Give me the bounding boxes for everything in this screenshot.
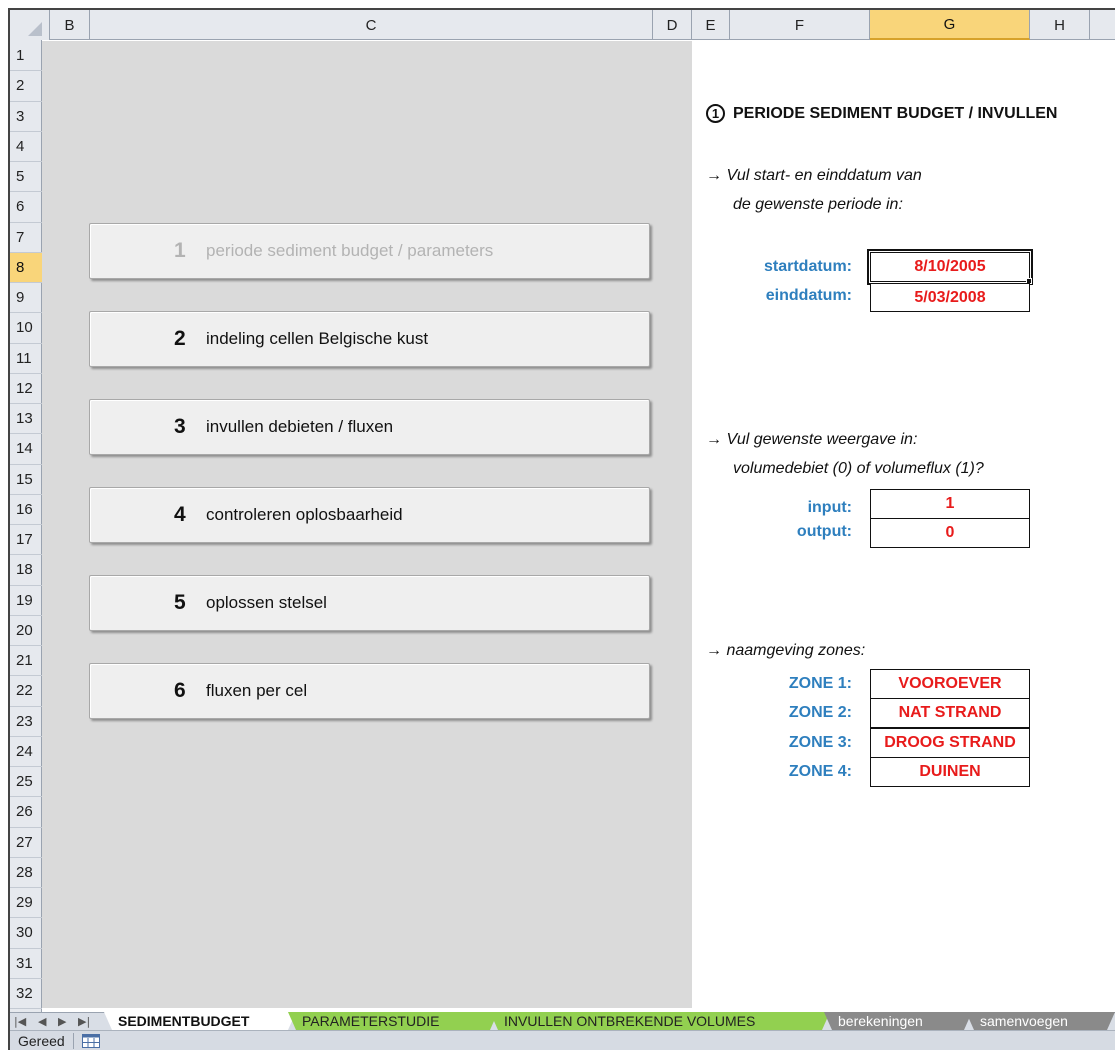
row-header-8[interactable]: 8 <box>10 252 42 283</box>
row-header-20[interactable]: 20 <box>10 616 42 646</box>
status-bar: Gereed <box>10 1030 1115 1050</box>
zone-4-cell[interactable]: DUINEN <box>870 757 1030 787</box>
section-heading: 1 PERIODE SEDIMENT BUDGET / INVULLEN <box>706 104 1057 123</box>
input-label: input: <box>807 499 852 516</box>
nav-button-fluxen-per-cel[interactable]: 6 fluxen per cel <box>89 663 650 719</box>
nav-button-label: periode sediment budget / parameters <box>206 241 494 260</box>
zone-2-cell[interactable]: NAT STRAND <box>870 698 1030 728</box>
row-header-13[interactable]: 13 <box>10 404 42 435</box>
row-header-27[interactable]: 27 <box>10 828 42 858</box>
nav-button-indeling-cellen[interactable]: 2 indeling cellen Belgische kust <box>89 311 650 367</box>
row-header-12[interactable]: 12 <box>10 374 42 404</box>
tab-parameterstudie[interactable]: PARAMETERSTUDIE <box>288 1012 498 1030</box>
output-label: output: <box>796 523 852 540</box>
row-header-18[interactable]: 18 <box>10 555 42 586</box>
nav-button-label: invullen debieten / fluxen <box>206 417 394 436</box>
column-header-f[interactable]: F <box>730 10 870 40</box>
nav-button-label: controleren oplosbaarheid <box>206 505 403 524</box>
row-header-10[interactable]: 10 <box>10 313 42 344</box>
row-header-31[interactable]: 31 <box>10 949 42 979</box>
column-header-e[interactable]: E <box>692 10 730 40</box>
nav-button-number: 4 <box>174 503 186 526</box>
zone-3-label: ZONE 3: <box>788 734 852 751</box>
tab-first-icon[interactable]: |◀ <box>14 1013 26 1029</box>
nav-button-controleren-oplosbaarheid[interactable]: 4 controleren oplosbaarheid <box>89 487 650 543</box>
period-instruction-line1: → Vul start- en einddatum van <box>706 167 922 184</box>
row-header-17[interactable]: 17 <box>10 525 42 556</box>
period-instruction-line2: de gewenste periode in: <box>733 196 903 213</box>
tab-invullen-ontbrekende-volumes[interactable]: INVULLEN ONTBREKENDE VOLUMES <box>490 1012 830 1030</box>
status-text: Gereed <box>18 1032 65 1049</box>
row-header-29[interactable]: 29 <box>10 888 42 919</box>
row-header-19[interactable]: 19 <box>10 586 42 616</box>
tab-sedimentbudget[interactable]: SEDIMENTBUDGET <box>104 1012 296 1030</box>
row-header-24[interactable]: 24 <box>10 737 42 767</box>
nav-button-label: fluxen per cel <box>206 681 308 700</box>
nav-button-number: 5 <box>174 591 186 614</box>
row-header-4[interactable]: 4 <box>10 132 42 162</box>
nav-button-invullen-debieten[interactable]: 3 invullen debieten / fluxen <box>89 399 650 455</box>
zone-3-cell[interactable]: DROOG STRAND <box>870 728 1030 758</box>
column-header-c[interactable]: C <box>90 10 653 40</box>
row-header-7[interactable]: 7 <box>10 223 42 253</box>
row-header-32[interactable]: 32 <box>10 979 42 1009</box>
row-header-6[interactable]: 6 <box>10 192 42 223</box>
row-header-15[interactable]: 15 <box>10 465 42 495</box>
nav-button-number: 3 <box>174 415 186 438</box>
row-header-28[interactable]: 28 <box>10 858 42 888</box>
nav-button-periode-sediment-budget[interactable]: 1 periode sediment budget / parameters <box>89 223 650 279</box>
column-header-h[interactable]: H <box>1030 10 1090 40</box>
nav-button-number: 6 <box>174 679 186 702</box>
status-divider <box>72 1032 74 1049</box>
column-header-d[interactable]: D <box>653 10 692 40</box>
row-header-22[interactable]: 22 <box>10 676 42 707</box>
zone-4-label: ZONE 4: <box>788 763 852 780</box>
row-header-3[interactable]: 3 <box>10 102 42 132</box>
tab-next-icon[interactable]: ▶ <box>58 1013 66 1029</box>
row-header-25[interactable]: 25 <box>10 767 42 798</box>
nav-button-label: indeling cellen Belgische kust <box>206 329 429 348</box>
end-date-cell[interactable]: 5/03/2008 <box>870 283 1030 312</box>
sheet-view-icon[interactable] <box>81 1033 100 1048</box>
tab-berekeningen[interactable]: berekeningen <box>824 1012 972 1030</box>
end-date-label: einddatum: <box>765 287 852 304</box>
row-header-5[interactable]: 5 <box>10 162 42 193</box>
nav-button-label: oplossen stelsel <box>206 593 327 612</box>
row-header-1[interactable]: 1 <box>10 41 42 72</box>
row-header-16[interactable]: 16 <box>10 495 42 525</box>
row-header-21[interactable]: 21 <box>10 646 42 677</box>
select-all-triangle-icon <box>28 22 42 36</box>
start-date-label: startdatum: <box>763 258 852 275</box>
section-heading-text: PERIODE SEDIMENT BUDGET / INVULLEN <box>733 104 1058 122</box>
circled-number-icon: 1 <box>706 104 725 123</box>
zone-1-cell[interactable]: VOOROEVER <box>870 669 1030 699</box>
nav-button-number: 2 <box>174 327 186 350</box>
zones-instruction: → naamgeving zones: <box>706 642 866 659</box>
start-date-cell[interactable]: 8/10/2005 <box>867 249 1033 285</box>
zone-1-label: ZONE 1: <box>788 675 852 692</box>
column-header-b[interactable]: B <box>50 10 90 40</box>
tab-last-icon[interactable]: ▶| <box>78 1013 90 1029</box>
row-header-26[interactable]: 26 <box>10 797 42 828</box>
tab-samenvoegen[interactable]: samenvoegen <box>966 1012 1115 1030</box>
row-header-11[interactable]: 11 <box>10 344 42 374</box>
tab-prev-icon[interactable]: ◀ <box>38 1013 46 1029</box>
nav-button-oplossen-stelsel[interactable]: 5 oplossen stelsel <box>89 575 650 631</box>
column-header-g[interactable]: G <box>870 10 1030 40</box>
input-value-cell[interactable]: 1 <box>870 489 1030 519</box>
nav-button-number: 1 <box>174 239 186 262</box>
row-header-9[interactable]: 9 <box>10 283 42 314</box>
row-header-14[interactable]: 14 <box>10 434 42 465</box>
row-header-30[interactable]: 30 <box>10 918 42 949</box>
row-header-2[interactable]: 2 <box>10 71 42 102</box>
zone-2-label: ZONE 2: <box>788 704 852 721</box>
row-header-23[interactable]: 23 <box>10 707 42 737</box>
output-value-cell[interactable]: 0 <box>870 518 1030 548</box>
display-instruction-line2: volumedebiet (0) of volumeflux (1)? <box>733 460 984 477</box>
display-instruction-line1: → Vul gewenste weergave in: <box>706 431 918 448</box>
